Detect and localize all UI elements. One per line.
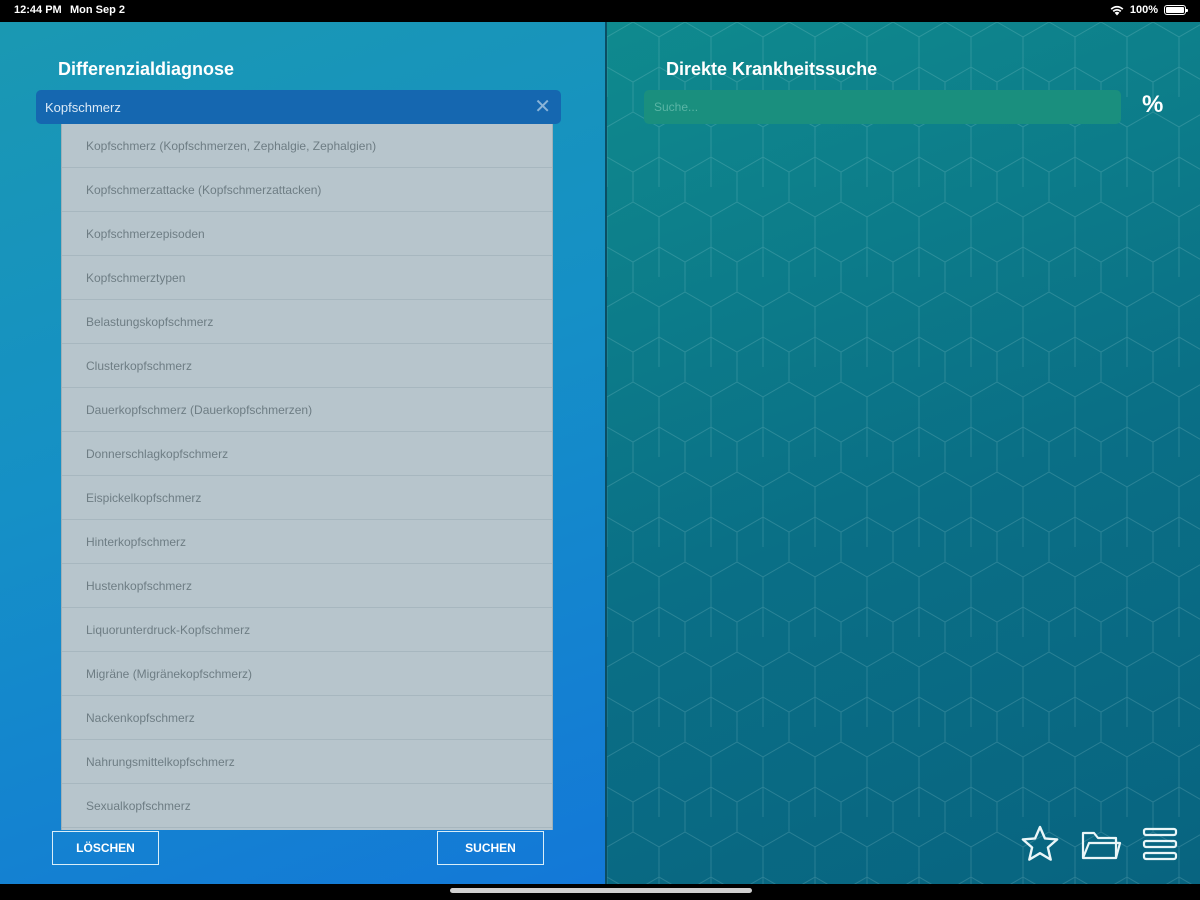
- suggestion-item[interactable]: Kopfschmerzepisoden: [62, 212, 552, 256]
- suggestion-item[interactable]: Hinterkopfschmerz: [62, 520, 552, 564]
- suggestion-item[interactable]: Kopfschmerzattacke (Kopfschmerzattacken): [62, 168, 552, 212]
- search-button[interactable]: SUCHEN: [437, 831, 544, 865]
- percent-button[interactable]: %: [1142, 91, 1163, 119]
- status-time: 12:44 PM: [14, 4, 62, 16]
- direct-disease-search-title: Direkte Krankheitssuche: [666, 59, 878, 79]
- folder-icon[interactable]: [1080, 824, 1122, 864]
- status-date: Mon Sep 2: [70, 4, 126, 16]
- menu-icon[interactable]: [1142, 824, 1180, 864]
- star-icon[interactable]: [1020, 824, 1060, 864]
- home-indicator[interactable]: [450, 888, 752, 893]
- suggestion-item[interactable]: Hustenkopfschmerz: [62, 564, 552, 608]
- suggestion-item[interactable]: Kopfschmerz (Kopfschmerzen, Zephalgie, Z…: [62, 124, 552, 168]
- differential-diagnosis-title: Differenzialdiagnose: [58, 59, 235, 79]
- status-bar: 12:44 PM Mon Sep 2 100%: [0, 0, 1200, 22]
- suggestion-item[interactable]: Nahrungsmittelkopfschmerz: [62, 740, 552, 784]
- close-icon[interactable]: ✕: [534, 97, 551, 117]
- suggestion-item[interactable]: Liquorunterdruck-Kopfschmerz: [62, 608, 552, 652]
- suggestion-list: Kopfschmerz (Kopfschmerzen, Zephalgie, Z…: [61, 124, 553, 830]
- suggestion-item[interactable]: Migräne (Migränekopfschmerz): [62, 652, 552, 696]
- suggestion-item[interactable]: Donnerschlagkopfschmerz: [62, 432, 552, 476]
- direct-search-panel: [607, 22, 1200, 884]
- suggestion-item[interactable]: Clusterkopfschmerz: [62, 344, 552, 388]
- suggestion-item[interactable]: Dauerkopfschmerz (Dauerkopfschmerzen): [62, 388, 552, 432]
- battery-icon: [1164, 5, 1188, 15]
- hexagon-pattern: [607, 22, 1200, 884]
- status-right: 100%: [1110, 4, 1188, 16]
- suggestion-item[interactable]: Belastungskopfschmerz: [62, 300, 552, 344]
- disease-search-input[interactable]: Suche...: [644, 90, 1121, 124]
- symptom-search-input[interactable]: Kopfschmerz ✕: [36, 90, 561, 124]
- suggestion-item[interactable]: Eispickelkopfschmerz: [62, 476, 552, 520]
- suggestion-item[interactable]: Kopfschmerztypen: [62, 256, 552, 300]
- wifi-icon: [1110, 5, 1124, 15]
- symptom-search-value[interactable]: Kopfschmerz: [45, 100, 121, 115]
- battery-percent: 100%: [1129, 4, 1158, 16]
- clear-button[interactable]: LÖSCHEN: [52, 831, 159, 865]
- suggestion-item[interactable]: Sexualkopfschmerz: [62, 784, 552, 828]
- disease-search-placeholder: Suche...: [654, 100, 699, 114]
- suggestion-item[interactable]: Nackenkopfschmerz: [62, 696, 552, 740]
